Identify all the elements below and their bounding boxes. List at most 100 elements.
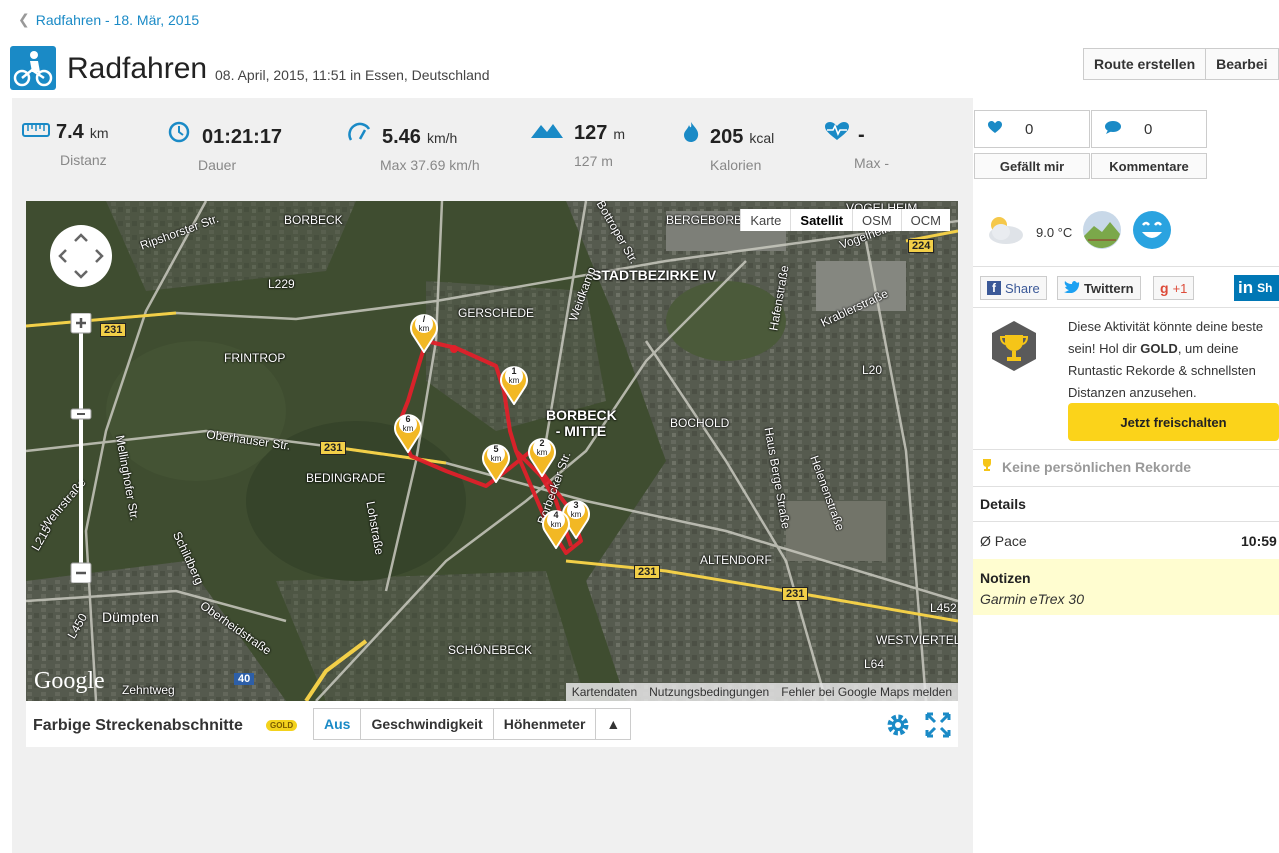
mountains-icon (530, 121, 568, 145)
stat-heart-rate: - Max - (824, 121, 889, 171)
cycling-icon (10, 46, 56, 90)
gold-promo-text: Diese Aktivität könnte deine beste sein!… (1068, 316, 1279, 404)
ruler-icon (22, 121, 50, 144)
stat-unit: kcal (749, 130, 775, 146)
report-error-link[interactable]: Fehler bei Google Maps melden (775, 683, 958, 701)
breadcrumb-link[interactable]: Radfahren - 18. Mär, 2015 (36, 12, 199, 28)
divider (973, 307, 1279, 308)
road-shield: 231 (634, 565, 661, 579)
map-label: GERSCHEDE (458, 306, 535, 320)
svg-text:5: 5 (493, 444, 498, 454)
km-marker-icon[interactable]: 1km (498, 361, 530, 405)
svg-text:3: 3 (573, 500, 578, 510)
speedometer-icon (348, 121, 376, 149)
map-type-switcher: Karte Satellit OSM OCM (740, 209, 950, 231)
map-type-ocm[interactable]: OCM (900, 209, 950, 231)
svg-text:km: km (509, 376, 520, 385)
km-marker-icon[interactable]: 5km (480, 439, 512, 483)
stat-value: 01:21:17 (202, 126, 283, 148)
stat-label: Kalorien (710, 157, 762, 173)
km-marker-label: km (419, 324, 430, 333)
pace-label: Ø Pace (980, 533, 1027, 549)
map-label: BEDINGRADE (306, 471, 386, 485)
flame-icon (682, 121, 704, 149)
svg-text:km: km (571, 510, 582, 519)
fullscreen-icon[interactable] (924, 711, 952, 744)
stat-elevation: 127 m 127 m (530, 121, 625, 169)
linkedin-icon: in (1238, 278, 1254, 297)
stat-value: 7.4 (56, 121, 84, 143)
heart-icon (987, 120, 1003, 138)
linkedin-share-button[interactable]: in Sh (1234, 275, 1279, 301)
svg-text:2: 2 (539, 438, 544, 448)
weather-info: 9.0 °C (984, 210, 1172, 255)
like-button[interactable]: Gefällt mir (974, 153, 1090, 179)
segment-off-button[interactable]: Aus (313, 708, 362, 740)
header-actions: Route erstellen Bearbei (1083, 48, 1279, 80)
twitter-share-label: Twittern (1084, 280, 1134, 296)
facebook-share-button[interactable]: f Share (980, 276, 1047, 300)
linkedin-share-label: Sh (1257, 281, 1273, 295)
divider (973, 521, 1279, 522)
comment-button[interactable]: Kommentare (1091, 153, 1207, 179)
km-marker-icon[interactable]: /km (408, 309, 440, 353)
page-title: Radfahren (67, 52, 208, 85)
zoom-slider[interactable] (70, 312, 92, 584)
gold-badge: GOLD (266, 720, 298, 731)
stat-unit: m (613, 126, 626, 142)
happy-mood-icon (1132, 210, 1172, 255)
map-type-osm[interactable]: OSM (852, 209, 901, 231)
map-type-karte[interactable]: Karte (740, 209, 791, 231)
segment-elevation-button[interactable]: Höhenmeter (493, 708, 597, 740)
records-label: Keine persönlichen Rekorde (1002, 458, 1192, 475)
comment-count-box: 0 (1091, 110, 1207, 148)
google-plus-label: +1 (1172, 280, 1188, 296)
pan-control[interactable] (50, 225, 112, 287)
pace-value: 10:59 (1241, 533, 1277, 549)
like-count-box: 0 (974, 110, 1090, 148)
personal-records: Keine persönlichen Rekorde (980, 458, 1191, 475)
road-shield: 231 (100, 323, 127, 337)
segment-expand-button[interactable]: ▲ (596, 708, 632, 740)
edit-button[interactable]: Bearbei (1206, 48, 1279, 80)
google-plus-button[interactable]: g +1 (1153, 276, 1195, 300)
map-label: FRINTROP (224, 351, 286, 365)
route-map[interactable]: BORBECK Ripshorster Str. BERGEBORBE STAD… (26, 201, 958, 701)
unlock-gold-button[interactable]: Jetzt freischalten (1068, 403, 1279, 441)
trophy-icon (980, 458, 994, 475)
terrain-icon (1082, 210, 1122, 255)
map-type-satellit[interactable]: Satellit (790, 209, 853, 231)
stat-label: 127 m (574, 153, 613, 169)
like-count: 0 (1025, 120, 1034, 138)
map-label: Zehntweg (122, 683, 175, 697)
twitter-share-button[interactable]: Twittern (1057, 276, 1141, 300)
create-route-button[interactable]: Route erstellen (1083, 48, 1207, 80)
breadcrumb[interactable]: ❮ Radfahren - 18. Mär, 2015 (18, 11, 199, 28)
speech-bubble-icon (1104, 120, 1122, 139)
facebook-share-label: Share (1005, 280, 1040, 296)
map-label: BERGEBORBE (666, 213, 751, 227)
terms-link[interactable]: Nutzungsbedingungen (643, 683, 775, 701)
km-marker-icon[interactable]: 6km (392, 409, 424, 453)
km-marker-icon[interactable]: 4km (540, 505, 572, 549)
google-plus-icon: g (1160, 280, 1169, 296)
stat-value: 205 (710, 126, 744, 148)
settings-gear-icon[interactable] (884, 711, 912, 744)
facebook-icon: f (987, 281, 1001, 295)
svg-text:6: 6 (405, 414, 410, 424)
stat-unit: km (89, 125, 109, 141)
map-data-link[interactable]: Kartendaten (566, 683, 643, 701)
svg-text:km: km (537, 448, 548, 457)
stat-label: Dauer (198, 157, 237, 173)
km-marker-icon[interactable]: 2km (526, 433, 558, 477)
promo-gold: GOLD (1140, 341, 1178, 356)
segment-speed-button[interactable]: Geschwindigkeit (361, 708, 494, 740)
triangle-up-icon: ▲ (606, 716, 621, 732)
trophy-badge-icon (990, 320, 1038, 377)
stat-value: 127 (574, 122, 608, 144)
svg-text:4: 4 (553, 510, 558, 520)
svg-text:1: 1 (511, 366, 516, 376)
map-label: STADTBEZIRKE IV (592, 267, 717, 283)
stat-speed: 5.46 km/h Max 37.69 km/h (348, 121, 480, 173)
heart-rate-icon (824, 121, 852, 147)
